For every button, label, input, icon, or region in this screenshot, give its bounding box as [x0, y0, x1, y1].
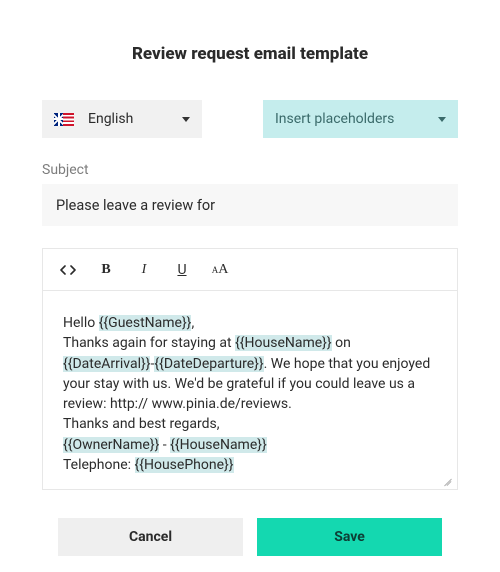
- underline-icon: U: [177, 262, 186, 278]
- placeholder-housephone: {{HousePhone}}: [135, 457, 234, 473]
- body-text: Hello: [63, 315, 99, 331]
- font-size-icon: AA: [212, 262, 229, 278]
- placeholder-guestname: {{GuestName}}: [99, 315, 192, 331]
- language-dropdown[interactable]: English: [42, 100, 202, 138]
- body-text: Telephone:: [63, 457, 135, 473]
- bold-icon: B: [101, 262, 110, 278]
- chevron-down-icon: [438, 117, 446, 122]
- body-text: on: [332, 335, 351, 351]
- save-button[interactable]: Save: [257, 518, 442, 556]
- bold-button[interactable]: B: [89, 254, 123, 286]
- editor-toolbar: B I U AA: [43, 249, 457, 291]
- chevron-down-icon: [182, 117, 190, 122]
- code-toggle-button[interactable]: [51, 254, 85, 286]
- placeholder-ownername: {{OwnerName}}: [63, 437, 159, 453]
- resize-handle-icon[interactable]: [441, 475, 451, 485]
- placeholder-housename: {{HouseName}}: [235, 335, 332, 351]
- body-text: www.pinia.de/reviews.: [152, 396, 292, 412]
- subject-input[interactable]: [42, 184, 458, 226]
- body-text: ,: [191, 315, 194, 331]
- placeholder-datedeparture: {{DateDeparture}}: [154, 356, 263, 372]
- font-size-button[interactable]: AA: [203, 254, 237, 286]
- footer-actions: Cancel Save: [58, 518, 442, 556]
- uk-flag-icon: [54, 113, 74, 126]
- body-text: -: [159, 437, 170, 453]
- underline-button[interactable]: U: [165, 254, 199, 286]
- body-text: Thanks again for staying at: [63, 335, 235, 351]
- italic-icon: I: [142, 262, 147, 278]
- code-icon: [60, 263, 76, 277]
- placeholders-dropdown-label: Insert placeholders: [275, 111, 394, 127]
- email-body-editor[interactable]: Hello {{GuestName}}, Thanks again for st…: [43, 291, 457, 489]
- rich-editor: B I U AA Hello {{GuestName}}, Thanks aga…: [42, 248, 458, 490]
- cancel-button[interactable]: Cancel: [58, 518, 243, 556]
- italic-button[interactable]: I: [127, 254, 161, 286]
- subject-label: Subject: [42, 162, 458, 178]
- placeholder-housename: {{HouseName}}: [170, 437, 267, 453]
- body-text: Thanks and best regards,: [63, 414, 437, 434]
- language-dropdown-label: English: [88, 111, 133, 127]
- placeholders-dropdown[interactable]: Insert placeholders: [263, 100, 458, 138]
- page-title: Review request email template: [42, 44, 458, 64]
- placeholder-datearrival: {{DateArrival}}: [63, 356, 150, 372]
- controls-row: English Insert placeholders: [42, 100, 458, 138]
